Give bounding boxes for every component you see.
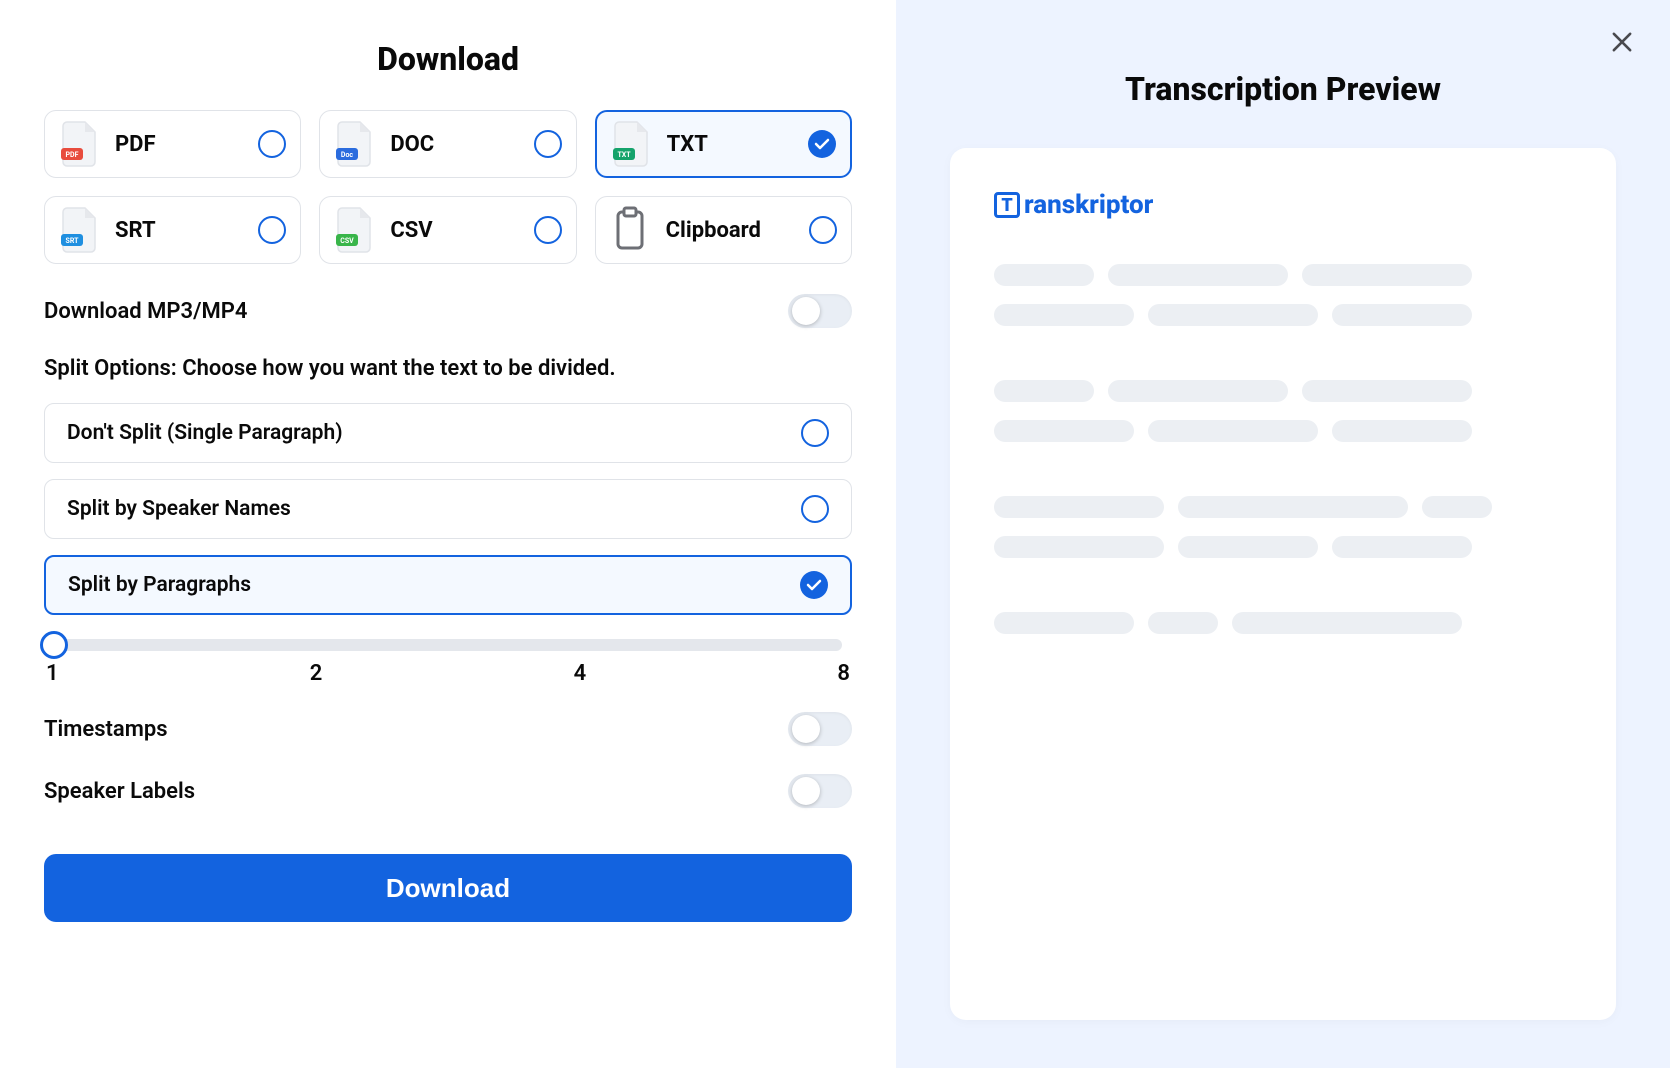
brand-name: ranskriptor bbox=[1024, 190, 1153, 220]
csv-file-icon: CSV bbox=[332, 206, 376, 254]
preview-panel: Transcription Preview Transkriptor bbox=[896, 0, 1670, 1068]
split-option-label: Split by Speaker Names bbox=[67, 497, 291, 521]
pdf-file-icon: PDF bbox=[57, 120, 101, 168]
close-button[interactable] bbox=[1608, 28, 1636, 56]
radio-unchecked-icon bbox=[258, 216, 286, 244]
slider-tick: 8 bbox=[837, 661, 850, 686]
format-label: Clipboard bbox=[666, 218, 795, 243]
radio-unchecked-icon bbox=[534, 216, 562, 244]
split-options-heading: Split Options: Choose how you want the t… bbox=[44, 356, 852, 381]
paragraph-count-slider: 1 2 4 8 bbox=[44, 635, 852, 686]
doc-file-icon: Doc bbox=[332, 120, 376, 168]
slider-tick: 4 bbox=[574, 661, 587, 686]
slider-tick: 1 bbox=[46, 661, 59, 686]
radio-unchecked-icon bbox=[258, 130, 286, 158]
page-title: Download bbox=[44, 40, 852, 78]
format-option-pdf[interactable]: PDF PDF bbox=[44, 110, 301, 178]
svg-text:SRT: SRT bbox=[66, 237, 80, 245]
format-option-txt[interactable]: TXT TXT bbox=[595, 110, 852, 178]
radio-unchecked-icon bbox=[534, 130, 562, 158]
brand-logo-icon: T bbox=[994, 192, 1020, 218]
format-label: DOC bbox=[390, 132, 519, 157]
format-option-csv[interactable]: CSV CSV bbox=[319, 196, 576, 264]
download-button[interactable]: Download bbox=[44, 854, 852, 922]
clipboard-icon bbox=[608, 206, 652, 254]
format-option-clipboard[interactable]: Clipboard bbox=[595, 196, 852, 264]
svg-text:TXT: TXT bbox=[617, 151, 631, 159]
format-label: PDF bbox=[115, 132, 244, 157]
brand-logo: Transkriptor bbox=[994, 190, 1572, 220]
split-option-label: Split by Paragraphs bbox=[68, 573, 251, 597]
svg-text:Doc: Doc bbox=[341, 151, 354, 159]
mp3-toggle-label: Download MP3/MP4 bbox=[44, 299, 247, 324]
radio-unchecked-icon bbox=[801, 495, 829, 523]
speaker-labels-label: Speaker Labels bbox=[44, 779, 195, 804]
format-option-srt[interactable]: SRT SRT bbox=[44, 196, 301, 264]
speaker-labels-toggle-row: Speaker Labels bbox=[44, 774, 852, 808]
radio-checked-icon bbox=[808, 130, 836, 158]
radio-unchecked-icon bbox=[809, 216, 837, 244]
radio-unchecked-icon bbox=[801, 419, 829, 447]
slider-tick: 2 bbox=[310, 661, 323, 686]
format-grid: PDF PDF Doc DOC TXT TXT SRT SRT bbox=[44, 110, 852, 264]
format-label: TXT bbox=[667, 132, 794, 157]
speaker-labels-toggle[interactable] bbox=[788, 774, 852, 808]
svg-text:PDF: PDF bbox=[66, 151, 79, 159]
format-option-doc[interactable]: Doc DOC bbox=[319, 110, 576, 178]
split-option-dont-split[interactable]: Don't Split (Single Paragraph) bbox=[44, 403, 852, 463]
slider-tick-labels: 1 2 4 8 bbox=[44, 661, 852, 686]
mp3-toggle-row: Download MP3/MP4 bbox=[44, 294, 852, 328]
timestamps-toggle-row: Timestamps bbox=[44, 712, 852, 746]
timestamps-toggle[interactable] bbox=[788, 712, 852, 746]
mp3-toggle[interactable] bbox=[788, 294, 852, 328]
svg-text:CSV: CSV bbox=[341, 237, 355, 245]
download-panel: Download PDF PDF Doc DOC TXT TXT bbox=[0, 0, 896, 1068]
preview-card: Transkriptor bbox=[950, 148, 1616, 1020]
split-option-speaker-names[interactable]: Split by Speaker Names bbox=[44, 479, 852, 539]
preview-title: Transcription Preview bbox=[950, 70, 1616, 108]
format-label: CSV bbox=[390, 218, 519, 243]
preview-skeleton bbox=[994, 264, 1572, 634]
timestamps-label: Timestamps bbox=[44, 717, 168, 742]
txt-file-icon: TXT bbox=[609, 120, 653, 168]
slider-thumb[interactable] bbox=[40, 631, 68, 659]
split-option-paragraphs[interactable]: Split by Paragraphs bbox=[44, 555, 852, 615]
srt-file-icon: SRT bbox=[57, 206, 101, 254]
radio-checked-icon bbox=[800, 571, 828, 599]
slider-track[interactable] bbox=[54, 639, 842, 651]
split-option-label: Don't Split (Single Paragraph) bbox=[67, 421, 343, 445]
format-label: SRT bbox=[115, 218, 244, 243]
